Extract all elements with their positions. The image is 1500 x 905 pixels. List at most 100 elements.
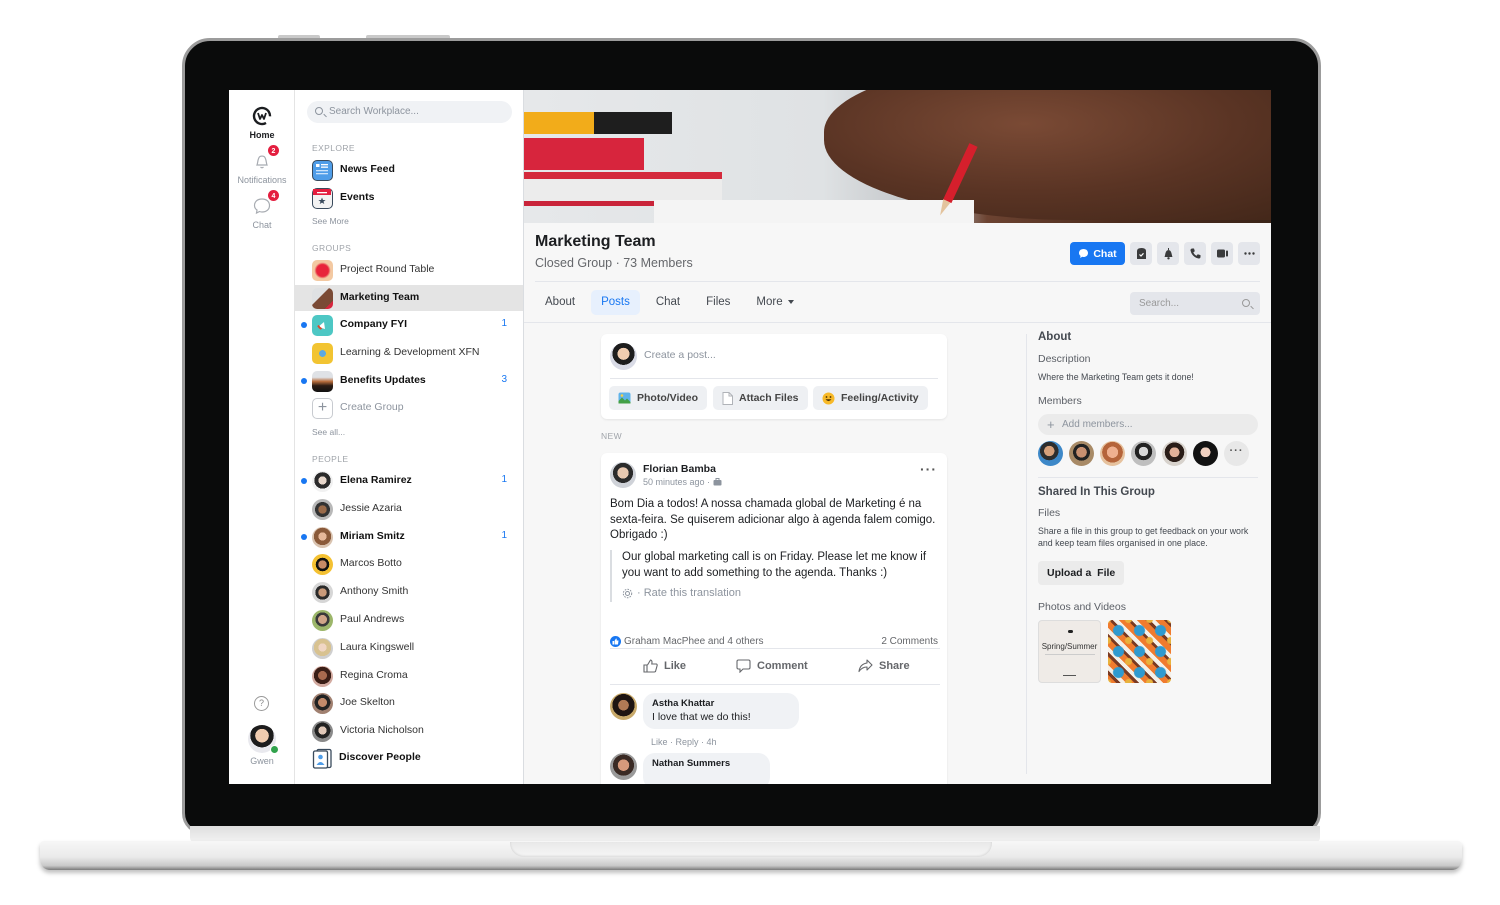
- create-post-input[interactable]: Create a post...: [644, 349, 716, 361]
- rail-notifications[interactable]: 2 Notifications: [229, 144, 295, 185]
- share-label: Share: [879, 660, 910, 672]
- rate-translation-link[interactable]: · Rate this translation: [622, 586, 930, 602]
- upload-file-button[interactable]: Upload a File: [1038, 561, 1125, 585]
- help-icon[interactable]: ?: [254, 696, 269, 711]
- nav-person-anthony-smith[interactable]: Anthony Smith: [295, 579, 523, 605]
- nav-item-label: Benefits Updates: [340, 374, 426, 386]
- like-button[interactable]: Like: [643, 659, 686, 673]
- tab-more[interactable]: More: [746, 290, 803, 315]
- nav-person-victoria-nicholson[interactable]: Victoria Nicholson: [295, 718, 523, 744]
- member-avatar[interactable]: [1162, 441, 1187, 466]
- search-icon: [1242, 299, 1250, 307]
- person-avatar: [312, 471, 333, 492]
- photo-caption: Spring/Summer: [1041, 642, 1098, 651]
- nav-person-regina-croma[interactable]: Regina Croma: [295, 663, 523, 689]
- explore-see-more-link[interactable]: See More: [312, 216, 349, 226]
- nav-item-events[interactable]: Events: [295, 185, 523, 211]
- feeling-activity-button[interactable]: Feeling/Activity: [813, 386, 928, 410]
- comment-icon: [736, 659, 751, 673]
- groups-see-all-link[interactable]: See all...: [312, 427, 345, 437]
- group-description: Where the Marketing Team gets it done!: [1038, 372, 1194, 382]
- nav-person-marcos-botto[interactable]: Marcos Botto: [295, 551, 523, 577]
- nav-item-news-feed[interactable]: News Feed: [295, 157, 523, 183]
- more-options-button[interactable]: [1238, 242, 1260, 265]
- comment-author[interactable]: Nathan Summers: [652, 758, 761, 769]
- person-name: Marcos Botto: [340, 557, 402, 570]
- work-briefcase-icon: [713, 478, 722, 486]
- member-avatar[interactable]: [1038, 441, 1063, 466]
- tab-posts[interactable]: Posts: [591, 290, 640, 315]
- rail-home[interactable]: Home: [229, 105, 295, 140]
- discover-people-icon: [312, 748, 333, 769]
- divider: [610, 648, 940, 649]
- workplace-search-input[interactable]: Search Workplace...: [307, 101, 512, 123]
- member-avatar[interactable]: [1131, 441, 1156, 466]
- post-translation: Our global marketing call is on Friday. …: [610, 550, 930, 602]
- tab-chat[interactable]: Chat: [646, 290, 690, 315]
- nav-item-label: Project Round Table: [340, 263, 435, 275]
- member-avatar[interactable]: [1069, 441, 1094, 466]
- rail-home-label: Home: [249, 130, 275, 140]
- nav-person-joe-skelton[interactable]: Joe Skelton: [295, 690, 523, 716]
- group-title: Marketing Team: [535, 233, 656, 250]
- comments-count[interactable]: 2 Comments: [881, 636, 938, 647]
- group-tabs: About Posts Chat Files More: [535, 290, 804, 315]
- bell-icon: 2: [251, 144, 280, 172]
- nav-person-miriam-smitz[interactable]: Miriam Smitz 1: [295, 524, 523, 550]
- group-search-input[interactable]: Search...: [1130, 292, 1260, 315]
- person-avatar: [312, 610, 333, 631]
- user-avatar[interactable]: [248, 725, 279, 754]
- create-group-button[interactable]: + Create Group: [295, 395, 523, 421]
- nav-group-company-fyi[interactable]: Company FYI 1: [295, 312, 523, 338]
- rail-chat[interactable]: 4 Chat: [229, 189, 295, 230]
- tab-about[interactable]: About: [535, 290, 585, 315]
- left-navigation: Search Workplace... EXPLORE News Feed Ev…: [295, 90, 524, 784]
- comment-author-avatar[interactable]: [610, 753, 637, 780]
- shared-photo[interactable]: Spring/Summer: [1038, 620, 1101, 683]
- attach-files-button[interactable]: Attach Files: [713, 386, 808, 410]
- member-avatar[interactable]: [1100, 441, 1125, 466]
- divider: [535, 281, 1260, 282]
- nav-person-laura-kingswell[interactable]: Laura Kingswell: [295, 635, 523, 661]
- section-header-explore: EXPLORE: [312, 143, 355, 153]
- nav-group-marketing-team[interactable]: Marketing Team: [295, 285, 523, 311]
- post-author-avatar[interactable]: [610, 462, 636, 488]
- caret-down-icon: [787, 299, 794, 304]
- tab-files[interactable]: Files: [696, 290, 740, 315]
- comment-button[interactable]: Comment: [736, 659, 808, 673]
- nav-group-project-round-table[interactable]: Project Round Table: [295, 257, 523, 283]
- comment-author[interactable]: Astha Khattar: [652, 698, 790, 709]
- add-members-input[interactable]: Add members...: [1038, 414, 1258, 435]
- photo-icon: [618, 392, 631, 404]
- notifications-button[interactable]: [1157, 242, 1179, 265]
- chat-badge: 4: [267, 189, 280, 202]
- comment-like-link[interactable]: Like: [651, 737, 668, 747]
- discover-people-button[interactable]: Discover People: [295, 745, 523, 771]
- inbox-check-button[interactable]: [1130, 242, 1152, 265]
- photo-video-button[interactable]: Photo/Video: [609, 386, 708, 410]
- nav-person-elena-ramirez[interactable]: Elena Ramirez 1: [295, 468, 523, 494]
- nav-person-paul-andrews[interactable]: Paul Andrews: [295, 607, 523, 633]
- person-avatar: [312, 665, 333, 687]
- unread-dot: [301, 378, 307, 384]
- megaphone-icon: [312, 315, 333, 336]
- divider: [1026, 334, 1027, 774]
- video-call-button[interactable]: [1211, 242, 1233, 265]
- more-members-button[interactable]: ···: [1224, 441, 1249, 466]
- member-avatar[interactable]: [1193, 441, 1218, 466]
- person-avatar: [312, 554, 333, 576]
- audio-call-button[interactable]: [1184, 242, 1206, 265]
- nav-person-jessie-azaria[interactable]: Jessie Azaria: [295, 496, 523, 522]
- comment-reply-link[interactable]: Reply: [676, 737, 699, 747]
- nav-group-benefits-updates[interactable]: Benefits Updates 3: [295, 368, 523, 394]
- post-menu-button[interactable]: ···: [920, 461, 937, 477]
- post-reactions[interactable]: Graham MacPhee and 4 others: [610, 636, 764, 647]
- comment-author-avatar[interactable]: [610, 693, 637, 720]
- like-label: Like: [664, 660, 687, 672]
- share-button[interactable]: Share: [858, 659, 910, 673]
- nav-group-learning-development-xfn[interactable]: Learning & Development XFN: [295, 340, 523, 366]
- group-chat-button[interactable]: Chat: [1070, 242, 1125, 265]
- attach-files-label: Attach Files: [739, 392, 799, 404]
- shared-photo[interactable]: [1108, 620, 1171, 683]
- post-author-name[interactable]: Florian Bamba: [643, 463, 716, 475]
